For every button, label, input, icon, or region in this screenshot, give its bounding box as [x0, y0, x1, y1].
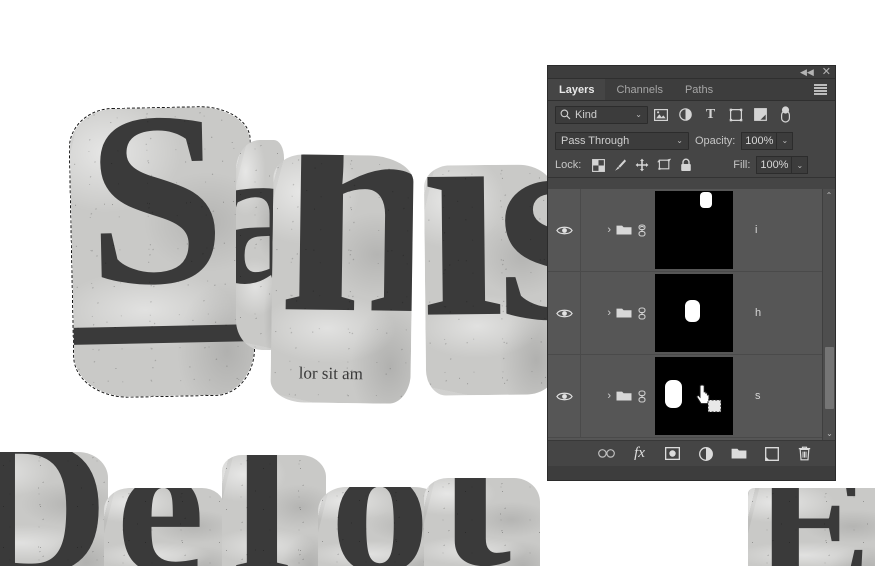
table-row[interactable]: › h — [548, 272, 835, 355]
paper-scrap-e2[interactable]: E — [748, 488, 875, 566]
lock-position-move-icon[interactable] — [631, 155, 653, 175]
scrap-glyph-e2: E — [754, 488, 871, 566]
panel-tab-bar[interactable]: Layers Channels Paths — [548, 79, 835, 101]
table-row[interactable]: › i — [548, 189, 835, 272]
fill-label: Fill: — [733, 159, 751, 171]
paper-scrap-s[interactable]: S — [69, 106, 255, 398]
filter-kind-select[interactable]: Kind ⌄ — [555, 105, 648, 124]
new-group-icon[interactable] — [730, 445, 747, 462]
new-adjustment-layer-icon[interactable] — [697, 445, 714, 462]
chevron-down-icon[interactable]: ⌄ — [676, 136, 683, 145]
scrap-glyph-o: o — [330, 487, 430, 566]
link-icon[interactable] — [637, 389, 647, 403]
screenshot-root: S a h lor sit am i s D e l — [0, 0, 875, 566]
add-layer-mask-icon[interactable] — [664, 445, 681, 462]
lock-label: Lock: — [555, 159, 582, 171]
tab-layers[interactable]: Layers — [548, 79, 606, 100]
mask-blob-h — [685, 300, 700, 322]
scroll-down-chevron-icon[interactable]: ⌄ — [823, 427, 836, 440]
table-row[interactable]: › s — [548, 355, 835, 438]
layer-name[interactable]: i — [755, 224, 757, 236]
close-icon[interactable]: ✕ — [822, 67, 831, 78]
type-layer-filter-icon[interactable]: T — [698, 105, 723, 125]
scrap-glyph-i: i — [423, 164, 506, 380]
shape-layer-filter-icon[interactable] — [723, 105, 748, 125]
scrap-glyph-e: e — [116, 488, 205, 566]
mask-blob-s — [665, 380, 682, 408]
scrap-glyph-l: l — [232, 455, 291, 566]
opacity-label: Opacity: — [695, 134, 736, 147]
collapse-double-chevron-icon[interactable]: ◀◀ — [800, 68, 814, 77]
panel-footer — [548, 466, 835, 480]
link-icon[interactable] — [637, 223, 647, 237]
hand-pointer-with-marquee-cursor — [695, 384, 722, 413]
scrap-glyph-d: D — [0, 452, 108, 566]
layer-mask-thumbnail[interactable] — [655, 357, 733, 435]
new-layer-icon[interactable] — [763, 445, 780, 462]
paper-scrap-h[interactable]: h lor sit am — [270, 154, 414, 404]
lock-all-padlock-icon[interactable] — [675, 155, 697, 175]
fill-stepper-chevron-down-icon[interactable]: ⌄ — [792, 156, 809, 174]
panel-title-bar[interactable]: ◀◀ ✕ — [548, 66, 835, 79]
adjustment-layer-filter-icon[interactable] — [673, 105, 698, 125]
paper-scrap-d[interactable]: D — [0, 452, 108, 566]
magnifier-icon — [560, 109, 571, 120]
scrap-fineprint: lor sit am — [298, 363, 364, 384]
fill-input[interactable]: 100% — [756, 156, 793, 174]
paper-scrap-e[interactable]: e — [104, 488, 224, 566]
blend-mode-value: Pass Through — [561, 134, 630, 147]
filter-kind-label: Kind — [575, 108, 598, 121]
scrap-rule-s — [69, 323, 255, 345]
expand-group-chevron-right-icon[interactable]: › — [607, 390, 611, 402]
lock-transparent-pixels-icon[interactable] — [587, 155, 609, 175]
pixel-layer-filter-icon[interactable] — [648, 105, 673, 125]
link-icon[interactable] — [637, 306, 647, 320]
paper-scrap-i[interactable]: i s — [423, 164, 557, 396]
smart-object-filter-icon[interactable] — [748, 105, 773, 125]
link-layers-icon[interactable] — [598, 445, 615, 462]
layers-panel-bottom-toolbar[interactable]: fx — [548, 440, 835, 466]
layer-list-vertical-scrollbar[interactable]: ⌃ ⌄ — [822, 189, 835, 440]
opacity-input[interactable]: 100% — [741, 131, 778, 150]
layer-filter-row[interactable]: Kind ⌄ T — [548, 101, 835, 128]
layer-visibility-toggle[interactable] — [548, 272, 581, 354]
folder-icon — [616, 308, 632, 318]
scrap-glyph-h: h — [276, 154, 414, 377]
layer-mask-thumbnail[interactable] — [655, 191, 733, 269]
folder-icon — [616, 225, 632, 235]
lock-artboard-nesting-icon[interactable] — [653, 155, 675, 175]
lock-row[interactable]: Lock: Fill: 100% ⌄ — [548, 153, 835, 178]
tab-paths[interactable]: Paths — [673, 79, 725, 100]
mask-blob-i — [700, 192, 712, 208]
lock-image-pixels-brush-icon[interactable] — [609, 155, 631, 175]
blend-mode-row[interactable]: Pass Through ⌄ Opacity: 100% ⌄ — [548, 128, 835, 153]
eye-icon — [555, 226, 573, 234]
eye-icon — [555, 309, 573, 317]
tab-channels[interactable]: Channels — [605, 79, 674, 100]
expand-group-chevron-right-icon[interactable]: › — [607, 224, 611, 236]
layer-list[interactable]: › i › h › s — [548, 189, 835, 440]
vertical-scrollbar-thumb[interactable] — [825, 347, 834, 409]
layer-visibility-toggle[interactable] — [548, 189, 581, 271]
filter-toggle-switch-icon[interactable] — [773, 105, 798, 125]
layers-panel[interactable]: ◀◀ ✕ Layers Channels Paths Kind ⌄ T Pass… — [548, 66, 835, 480]
blend-mode-select[interactable]: Pass Through ⌄ — [555, 131, 689, 150]
paper-scrap-t[interactable]: t — [424, 478, 540, 566]
layer-style-fx-icon[interactable]: fx — [631, 445, 648, 462]
layer-name[interactable]: h — [755, 307, 761, 319]
eye-icon — [555, 392, 573, 400]
expand-group-chevron-right-icon[interactable]: › — [607, 307, 611, 319]
panel-menu-icon[interactable] — [814, 84, 827, 95]
opacity-stepper-chevron-down-icon[interactable]: ⌄ — [777, 131, 794, 150]
layer-visibility-toggle[interactable] — [548, 355, 581, 437]
layer-name[interactable]: s — [755, 390, 761, 402]
scroll-up-chevron-icon[interactable]: ⌃ — [823, 189, 835, 202]
scrap-glyph-s: S — [84, 106, 228, 338]
folder-icon — [616, 391, 632, 401]
scrap-glyph-t: t — [438, 478, 511, 566]
layer-mask-thumbnail[interactable] — [655, 274, 733, 352]
delete-layer-trash-icon[interactable] — [796, 445, 813, 462]
paper-scrap-l[interactable]: l — [222, 455, 326, 566]
chevron-down-icon[interactable]: ⌄ — [635, 110, 642, 119]
